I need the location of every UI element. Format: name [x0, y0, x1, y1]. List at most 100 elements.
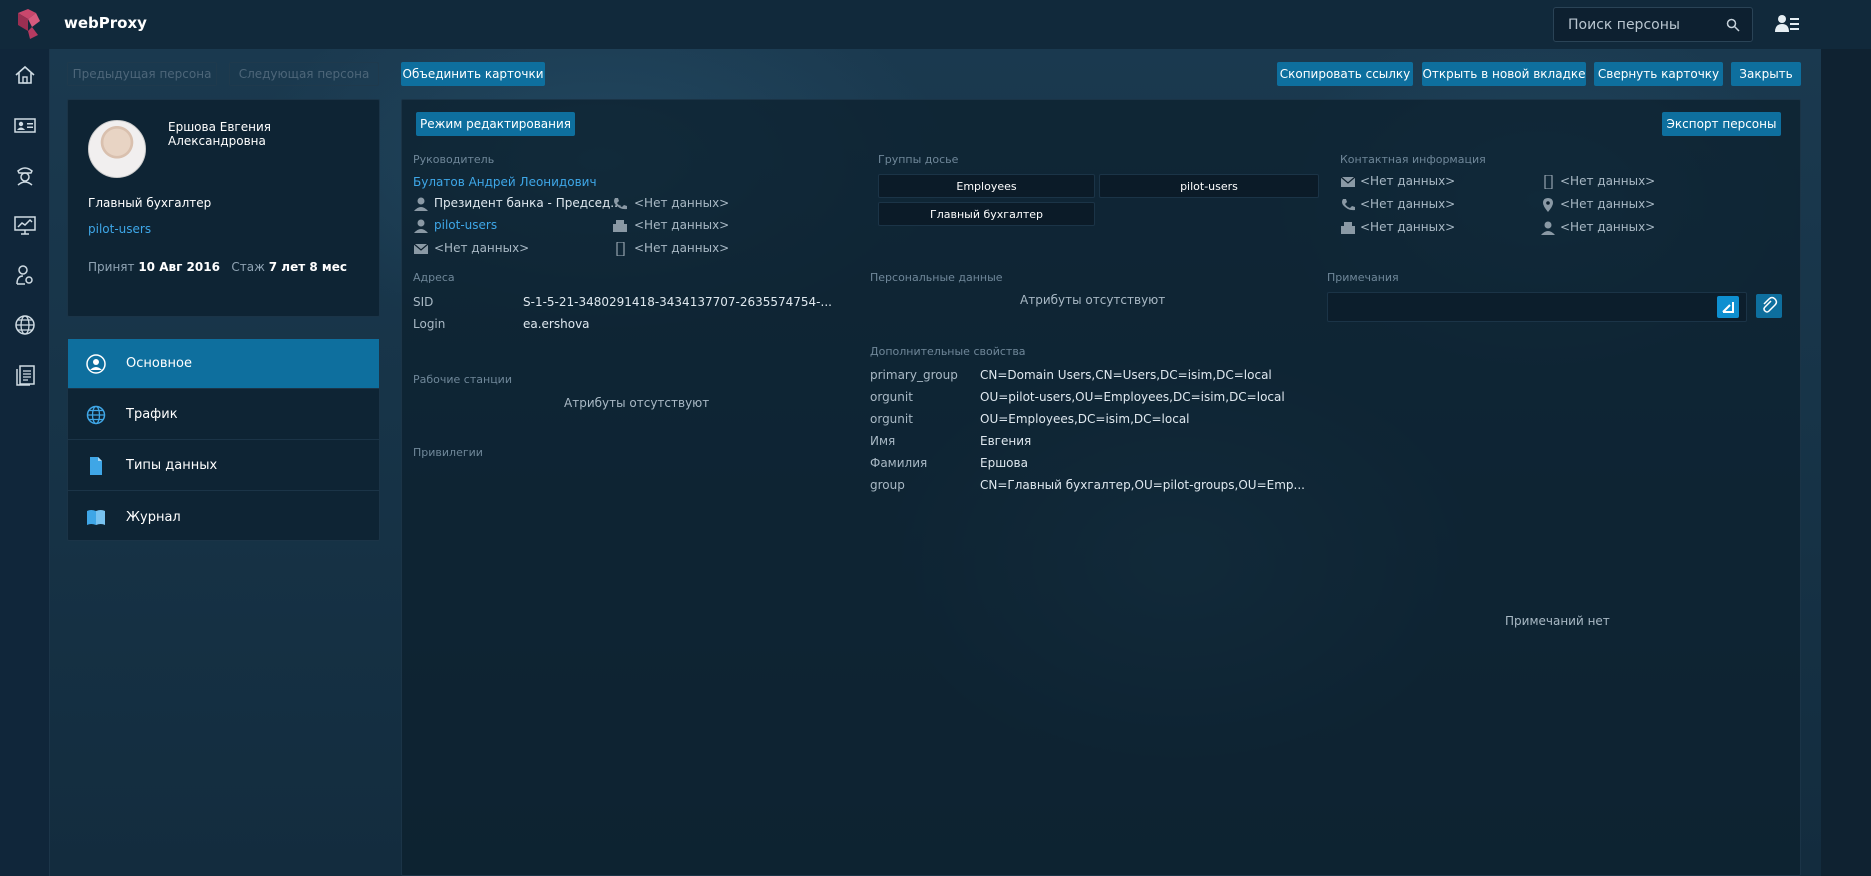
extra-props-label: Дополнительные свойства: [870, 345, 1026, 358]
extra-prop-value: CN=Domain Users,CN=Users,DC=isim,DC=loca…: [980, 368, 1272, 382]
nav-item-label: Трафик: [126, 407, 178, 422]
rail-analytics[interactable]: [0, 200, 50, 250]
manager-email: <Нет данных>: [434, 241, 530, 255]
app-logo-icon[interactable]: [14, 7, 44, 41]
search-box[interactable]: [1553, 7, 1753, 42]
manager-fax: <Нет данных>: [634, 218, 730, 232]
nav-item-label: Типы данных: [126, 458, 218, 473]
contact-fax: <Нет данных>: [1360, 220, 1456, 234]
fax-icon: [1341, 222, 1355, 234]
person-group-link[interactable]: pilot-users: [88, 222, 151, 236]
id-card-icon: [14, 118, 36, 133]
export-person-button[interactable]: Экспорт персоны: [1662, 112, 1781, 136]
search-input[interactable]: [1568, 16, 1718, 33]
collapse-card-button[interactable]: Свернуть карточку: [1594, 62, 1723, 86]
nav-item-label: Основное: [126, 356, 192, 371]
manager-name-link[interactable]: Булатов Андрей Леонидович: [413, 175, 597, 189]
edit-mode-button[interactable]: Режим редактирования: [416, 112, 575, 136]
globe-icon: [86, 405, 106, 425]
rail-cards[interactable]: [0, 100, 50, 150]
notes-action-button[interactable]: [1717, 296, 1739, 318]
address-key: SID: [413, 295, 434, 309]
contact-phone: <Нет данных>: [1360, 197, 1456, 211]
group-chip[interactable]: Главный бухгалтер: [878, 202, 1095, 226]
card-nav: Основное Трафик Типы данных Журнал: [67, 338, 380, 541]
person-position: Главный бухгалтер: [88, 196, 212, 210]
personal-data-empty: Атрибуты отсутствуют: [1020, 293, 1166, 307]
rail-users[interactable]: [0, 250, 50, 300]
addresses-label: Адреса: [413, 271, 455, 284]
person-name-line2: Александровна: [168, 134, 266, 148]
extra-prop-key: primary_group: [870, 368, 958, 382]
top-bar: webProxy: [0, 0, 1871, 49]
extra-prop-value: Ершова: [980, 456, 1028, 470]
privileges-label: Привилегии: [413, 446, 483, 459]
group-chip[interactable]: pilot-users: [1099, 174, 1319, 198]
nav-item-traffic[interactable]: Трафик: [68, 390, 379, 440]
nav-item-journal[interactable]: Журнал: [68, 492, 379, 542]
workstations-label: Рабочие станции: [413, 373, 512, 386]
documents-icon: [16, 365, 35, 386]
user-settings-icon: [16, 265, 33, 285]
tenure-value: 7 лет 8 мес: [268, 260, 347, 274]
notes-input[interactable]: [1327, 292, 1747, 322]
right-strip: [1821, 49, 1871, 876]
person-icon: [1541, 221, 1555, 235]
merge-cards-button[interactable]: Объединить карточки: [401, 62, 545, 86]
extra-prop-value: Евгения: [980, 434, 1032, 448]
next-person-button[interactable]: Следующая персона: [229, 62, 379, 86]
user-menu-icon[interactable]: [1775, 13, 1799, 35]
notes-empty: Примечаний нет: [1505, 614, 1610, 628]
rail-security[interactable]: [0, 150, 50, 200]
address-value: S-1-5-21-3480291418-3434137707-263557475…: [523, 295, 832, 309]
officer-icon: [17, 167, 33, 186]
extra-prop-key: Имя: [870, 434, 896, 448]
notes-edit-icon: [1722, 302, 1734, 313]
address-value: ea.ershova: [523, 317, 590, 331]
prev-person-button[interactable]: Предыдущая персона: [67, 62, 217, 86]
extra-prop-value: CN=Главный бухгалтер,OU=pilot-groups,OU=…: [980, 478, 1305, 492]
manager-title: Президент банка - Председ...: [434, 196, 622, 210]
book-icon: [87, 510, 105, 525]
rail-reports[interactable]: [0, 350, 50, 400]
manager-group-link[interactable]: pilot-users: [434, 218, 497, 232]
hired-label: Принят: [88, 260, 135, 274]
person-icon: [414, 219, 428, 233]
contact-mobile: <Нет данных>: [1560, 174, 1656, 188]
extra-prop-value: OU=Employees,DC=isim,DC=local: [980, 412, 1190, 426]
nav-item-data-types[interactable]: Типы данных: [68, 441, 379, 491]
home-icon: [15, 65, 35, 84]
group-chip[interactable]: Employees: [878, 174, 1095, 198]
extra-prop-key: group: [870, 478, 905, 492]
manager-label: Руководитель: [413, 153, 495, 166]
rail-web[interactable]: [0, 300, 50, 350]
fax-icon: [613, 220, 627, 232]
search-icon[interactable]: [1726, 18, 1740, 32]
tenure-label: Стаж: [231, 260, 265, 274]
person-name: Ершова Евгения Александровна: [168, 120, 368, 148]
attach-button[interactable]: [1756, 294, 1782, 318]
contact-location: <Нет данных>: [1560, 197, 1656, 211]
copy-link-button[interactable]: Скопировать ссылку: [1277, 62, 1413, 86]
open-new-tab-button[interactable]: Открыть в новой вкладке: [1422, 62, 1586, 86]
location-icon: [1543, 198, 1553, 212]
mail-icon: [1340, 176, 1356, 187]
groups-label: Группы досье: [878, 153, 959, 166]
user-circle-icon: [86, 354, 106, 374]
phone-icon: [614, 198, 627, 210]
mobile-icon: [616, 242, 625, 256]
chart-monitor-icon: [14, 216, 36, 235]
notes-label: Примечания: [1327, 271, 1399, 284]
manager-mobile: <Нет данных>: [634, 241, 730, 255]
avatar: [88, 120, 146, 178]
rail-home[interactable]: [0, 50, 50, 100]
address-key: Login: [413, 317, 446, 331]
person-name-line1: Ершова Евгения: [168, 120, 271, 134]
extra-prop-key: orgunit: [870, 390, 913, 404]
phone-icon: [1342, 199, 1355, 211]
nav-item-main[interactable]: Основное: [68, 339, 379, 389]
main-panel: Режим редактирования Экспорт персоны Рук…: [401, 99, 1801, 876]
close-button[interactable]: Закрыть: [1731, 62, 1801, 86]
contact-email: <Нет данных>: [1360, 174, 1456, 188]
workstations-empty: Атрибуты отсутствуют: [564, 396, 710, 410]
